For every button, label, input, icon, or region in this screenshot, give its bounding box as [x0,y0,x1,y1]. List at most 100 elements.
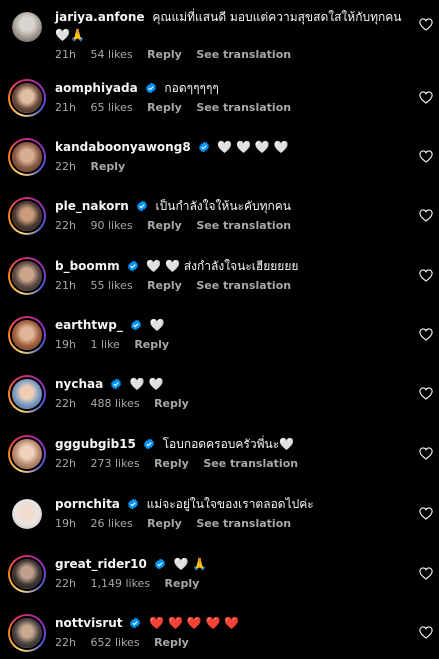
reply-button[interactable]: Reply [147,219,182,232]
verified-badge-icon [127,498,138,510]
comment-likes[interactable]: 55 likes [90,279,132,292]
comment-likes[interactable]: 54 likes [90,48,132,61]
heart-outline-icon[interactable] [419,567,433,580]
avatar[interactable] [8,375,46,413]
comment-item: aomphiyada กอดๆๆๆๆๆ 21h 65 likes Reply S… [0,79,439,117]
heart-outline-icon[interactable] [419,269,433,282]
comment-meta: 22h 488 likes Reply [55,397,405,411]
reply-button[interactable]: Reply [154,457,189,470]
comment-username[interactable]: pornchita [55,497,120,511]
comment-item: kandaboonyawong8 🤍 🤍 🤍 🤍 22h Reply [0,138,439,176]
comment-username[interactable]: earthtwp_ [55,318,123,332]
reply-button[interactable]: Reply [90,160,125,173]
reply-button[interactable]: Reply [134,338,169,351]
comments-list: jariya.anfone คุณแม่ที่แสนดี มอบแต่ความส… [0,0,439,659]
heart-outline-icon[interactable] [419,507,433,520]
comment-meta: 22h Reply [55,160,405,174]
comment-time: 19h [55,338,76,351]
comment-meta: 21h 55 likes Reply See translation [55,279,405,293]
comment-meta: 21h 54 likes Reply See translation [55,48,405,62]
avatar[interactable] [8,316,46,354]
comment-meta: 22h 1,149 likes Reply [55,577,405,591]
verified-badge-icon [145,82,156,94]
avatar[interactable] [8,614,46,652]
comment-likes[interactable]: 26 likes [90,517,132,530]
comment-username[interactable]: great_rider10 [55,557,147,571]
reply-button[interactable]: Reply [154,397,189,410]
reply-button[interactable]: Reply [147,517,182,530]
reply-button[interactable]: Reply [147,279,182,292]
comment-item: jariya.anfone คุณแม่ที่แสนดี มอบแต่ความส… [0,8,439,62]
see-translation-button[interactable]: See translation [196,101,291,114]
avatar[interactable] [8,257,46,295]
avatar[interactable] [8,8,46,46]
avatar[interactable] [8,79,46,117]
comment-meta: 19h 1 like Reply [55,338,405,352]
see-translation-button[interactable]: See translation [196,279,291,292]
heart-outline-icon[interactable] [419,626,433,639]
comment-text: 🤍 🤍 🤍 🤍 [217,140,289,154]
comment-text: 🤍 [149,318,165,332]
verified-badge-icon [130,319,141,331]
reply-button[interactable]: Reply [147,48,182,61]
comment-time: 19h [55,517,76,530]
comment-likes[interactable]: 652 likes [90,636,139,649]
heart-outline-icon[interactable] [419,387,433,400]
heart-outline-icon[interactable] [419,209,433,222]
comment-time: 21h [55,101,76,114]
comment-text: 🤍 🤍 [129,377,164,391]
verified-badge-icon [143,438,154,450]
comment-likes[interactable]: 90 likes [90,219,132,232]
comment-text: 🤍 🤍 ส่งกำลังใจนะเฮียยยยย [146,259,299,273]
comment-username[interactable]: nottvisrut [55,616,123,630]
avatar[interactable] [8,138,46,176]
comment-username[interactable]: b_boomm [55,259,120,273]
see-translation-button[interactable]: See translation [196,219,291,232]
comment-time: 22h [55,397,76,410]
heart-outline-icon[interactable] [419,447,433,460]
comment-text: โอบกอดครอบครัวพี่นะ🤍 [162,437,295,451]
reply-button[interactable]: Reply [147,101,182,114]
comment-username[interactable]: nychaa [55,377,103,391]
comment-likes[interactable]: 1,149 likes [90,577,150,590]
avatar[interactable] [8,495,46,533]
avatar[interactable] [8,197,46,235]
comment-item: nychaa 🤍 🤍 22h 488 likes Reply [0,375,439,413]
see-translation-button[interactable]: See translation [196,517,291,530]
comment-text: เป็นกำลังใจให้นะคับทุกคน [155,199,292,213]
verified-badge-icon [198,141,209,153]
comment-likes[interactable]: 1 like [90,338,119,351]
comment-time: 22h [55,160,76,173]
comment-likes[interactable]: 65 likes [90,101,132,114]
verified-badge-icon [130,617,141,629]
heart-outline-icon[interactable] [419,328,433,341]
comment-time: 22h [55,219,76,232]
heart-outline-icon[interactable] [419,91,433,104]
see-translation-button[interactable]: See translation [203,457,298,470]
comment-username[interactable]: ple_nakorn [55,199,129,213]
comment-likes[interactable]: 273 likes [90,457,139,470]
avatar[interactable] [8,435,46,473]
verified-badge-icon [127,260,138,272]
comment-likes[interactable]: 488 likes [90,397,139,410]
heart-outline-icon[interactable] [419,18,433,31]
verified-badge-icon [111,378,121,390]
comment-text: แม่จะอยู่ในใจของเราตลอดไปค่ะ [146,497,314,511]
reply-button[interactable]: Reply [154,636,189,649]
comment-meta: 22h 90 likes Reply See translation [55,219,405,233]
heart-outline-icon[interactable] [419,150,433,163]
comment-time: 22h [55,577,76,590]
verified-badge-icon [136,200,147,212]
see-translation-button[interactable]: See translation [196,48,291,61]
comment-meta: 22h 273 likes Reply See translation [55,457,405,471]
avatar[interactable] [8,555,46,593]
comment-username[interactable]: kandaboonyawong8 [55,140,191,154]
reply-button[interactable]: Reply [165,577,200,590]
comment-time: 21h [55,48,76,61]
comment-username[interactable]: gggubgib15 [55,437,136,451]
comment-item: ple_nakorn เป็นกำลังใจให้นะคับทุกคน 22h … [0,197,439,235]
comment-text: ❤️ ❤️ ❤️ ❤️ ❤️ [149,616,240,630]
comment-meta: 21h 65 likes Reply See translation [55,101,405,115]
comment-username[interactable]: aomphiyada [55,81,138,95]
comment-username[interactable]: jariya.anfone [55,10,145,24]
